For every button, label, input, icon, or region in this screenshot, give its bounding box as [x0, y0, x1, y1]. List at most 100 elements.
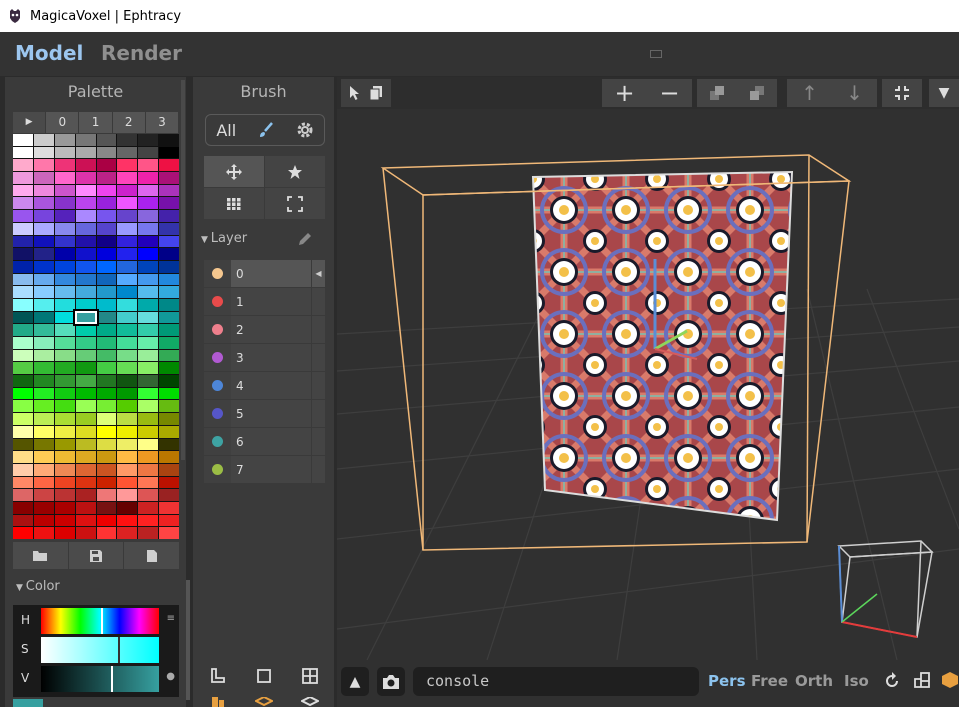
palette-swatch[interactable]: [54, 311, 75, 324]
square-outline-icon[interactable]: [255, 667, 273, 685]
palette-swatch[interactable]: [117, 362, 138, 375]
palette-swatch[interactable]: [13, 134, 33, 146]
palette-swatch[interactable]: [138, 489, 159, 501]
palette-swatch[interactable]: [138, 476, 159, 489]
palette-swatch[interactable]: [75, 425, 96, 438]
palette-page-1[interactable]: 1: [79, 112, 112, 133]
palette-swatch[interactable]: [54, 159, 75, 172]
menu-lines-icon[interactable]: ≡: [167, 613, 175, 624]
palette-swatch[interactable]: [117, 527, 138, 539]
palette-swatch[interactable]: [75, 375, 96, 387]
palette-swatch[interactable]: [54, 222, 75, 235]
palette-swatch[interactable]: [13, 476, 33, 489]
palette-swatch[interactable]: [54, 235, 75, 248]
palette-swatch[interactable]: [117, 425, 138, 438]
palette-swatch[interactable]: [75, 387, 96, 400]
palette-swatch[interactable]: [33, 184, 54, 197]
palette-swatch[interactable]: [54, 514, 75, 527]
hue-slider-marker[interactable]: [101, 608, 103, 634]
palette-swatch[interactable]: [96, 197, 117, 210]
palette-swatch[interactable]: [117, 184, 138, 197]
palette-swatch[interactable]: [13, 286, 33, 298]
toggle-panel-button[interactable]: ▲: [341, 667, 369, 696]
palette-swatch[interactable]: [54, 146, 75, 159]
3d-viewport[interactable]: + − ↑ ↓ ▼ ▲ console Pers Free Orth Iso: [337, 77, 959, 707]
palette-swatch[interactable]: [117, 501, 138, 514]
layer-visibility-toggle[interactable]: [204, 260, 231, 287]
orange-shape-icon[interactable]: [209, 697, 227, 707]
palette-swatch[interactable]: [75, 349, 96, 362]
layer-visibility-toggle[interactable]: [204, 344, 231, 371]
palette-swatch[interactable]: [33, 514, 54, 527]
palette-swatch[interactable]: [96, 527, 117, 539]
palette-swatch[interactable]: [33, 172, 54, 184]
palette-swatch[interactable]: [75, 451, 96, 463]
palette-swatch[interactable]: [159, 527, 179, 539]
palette-swatch[interactable]: [75, 197, 96, 210]
palette-swatch[interactable]: [54, 489, 75, 501]
layer-active-caret-icon[interactable]: ◀: [311, 260, 325, 287]
palette-swatch[interactable]: [96, 476, 117, 489]
palette-swatch[interactable]: [138, 134, 159, 146]
palette-swatch[interactable]: [96, 146, 117, 159]
palette-page-3[interactable]: 3: [145, 112, 179, 133]
palette-swatch[interactable]: [75, 324, 96, 336]
value-slider-marker[interactable]: [111, 666, 113, 692]
cube-outline-icon[interactable]: [301, 697, 319, 707]
palette-swatch[interactable]: [96, 248, 117, 260]
palette-swatch[interactable]: [75, 273, 96, 286]
palette-swatch[interactable]: [75, 476, 96, 489]
palette-swatch[interactable]: [96, 463, 117, 476]
palette-swatch[interactable]: [13, 337, 33, 349]
saturation-slider-marker[interactable]: [118, 637, 120, 663]
palette-swatch[interactable]: [13, 375, 33, 387]
palette-swatch[interactable]: [96, 400, 117, 413]
palette-swatch[interactable]: [159, 413, 179, 425]
palette-swatch[interactable]: [33, 235, 54, 248]
palette-swatch[interactable]: [117, 159, 138, 172]
palette-swatch[interactable]: [117, 349, 138, 362]
palette-swatch[interactable]: [96, 337, 117, 349]
palette-swatch[interactable]: [75, 527, 96, 539]
palette-swatch[interactable]: [159, 286, 179, 298]
palette-swatch[interactable]: [96, 375, 117, 387]
palette-swatch[interactable]: [33, 260, 54, 273]
palette-swatch[interactable]: [138, 362, 159, 375]
color-section-header[interactable]: ▼ Color: [16, 579, 60, 594]
palette-swatch[interactable]: [159, 184, 179, 197]
value-slider[interactable]: [41, 666, 159, 692]
layer-visibility-toggle[interactable]: [204, 400, 231, 427]
view-mode-pers[interactable]: Pers: [708, 672, 746, 690]
palette-swatch[interactable]: [138, 324, 159, 336]
palette-swatch[interactable]: [75, 413, 96, 425]
scene-canvas[interactable]: [337, 109, 959, 660]
palette-swatch[interactable]: [159, 438, 179, 451]
palette-swatch[interactable]: [159, 260, 179, 273]
palette-swatch[interactable]: [13, 273, 33, 286]
palette-swatch[interactable]: [159, 400, 179, 413]
palette-swatch[interactable]: [13, 463, 33, 476]
orange-cube-icon[interactable]: [255, 697, 273, 707]
bring-forward-icon[interactable]: [709, 85, 725, 101]
palette-swatch[interactable]: [75, 501, 96, 514]
palette-swatch[interactable]: [33, 248, 54, 260]
palette-swatch[interactable]: [54, 184, 75, 197]
palette-swatch[interactable]: [138, 349, 159, 362]
palette-swatch[interactable]: [33, 298, 54, 311]
palette-swatch[interactable]: [117, 197, 138, 210]
palette-swatch[interactable]: [138, 375, 159, 387]
palette-swatch[interactable]: [138, 260, 159, 273]
palette-swatch[interactable]: [96, 324, 117, 336]
palette-swatch[interactable]: [138, 311, 159, 324]
hue-slider[interactable]: [41, 608, 159, 634]
palette-swatch[interactable]: [54, 501, 75, 514]
star-tool-button[interactable]: [265, 156, 325, 187]
palette-swatch[interactable]: [159, 324, 179, 336]
palette-swatch[interactable]: [96, 260, 117, 273]
palette-swatch[interactable]: [117, 146, 138, 159]
palette-swatch[interactable]: [138, 184, 159, 197]
pencil-icon[interactable]: [297, 231, 313, 247]
palette-swatch[interactable]: [13, 400, 33, 413]
palette-swatch[interactable]: [96, 172, 117, 184]
orange-box-icon[interactable]: [941, 671, 959, 689]
